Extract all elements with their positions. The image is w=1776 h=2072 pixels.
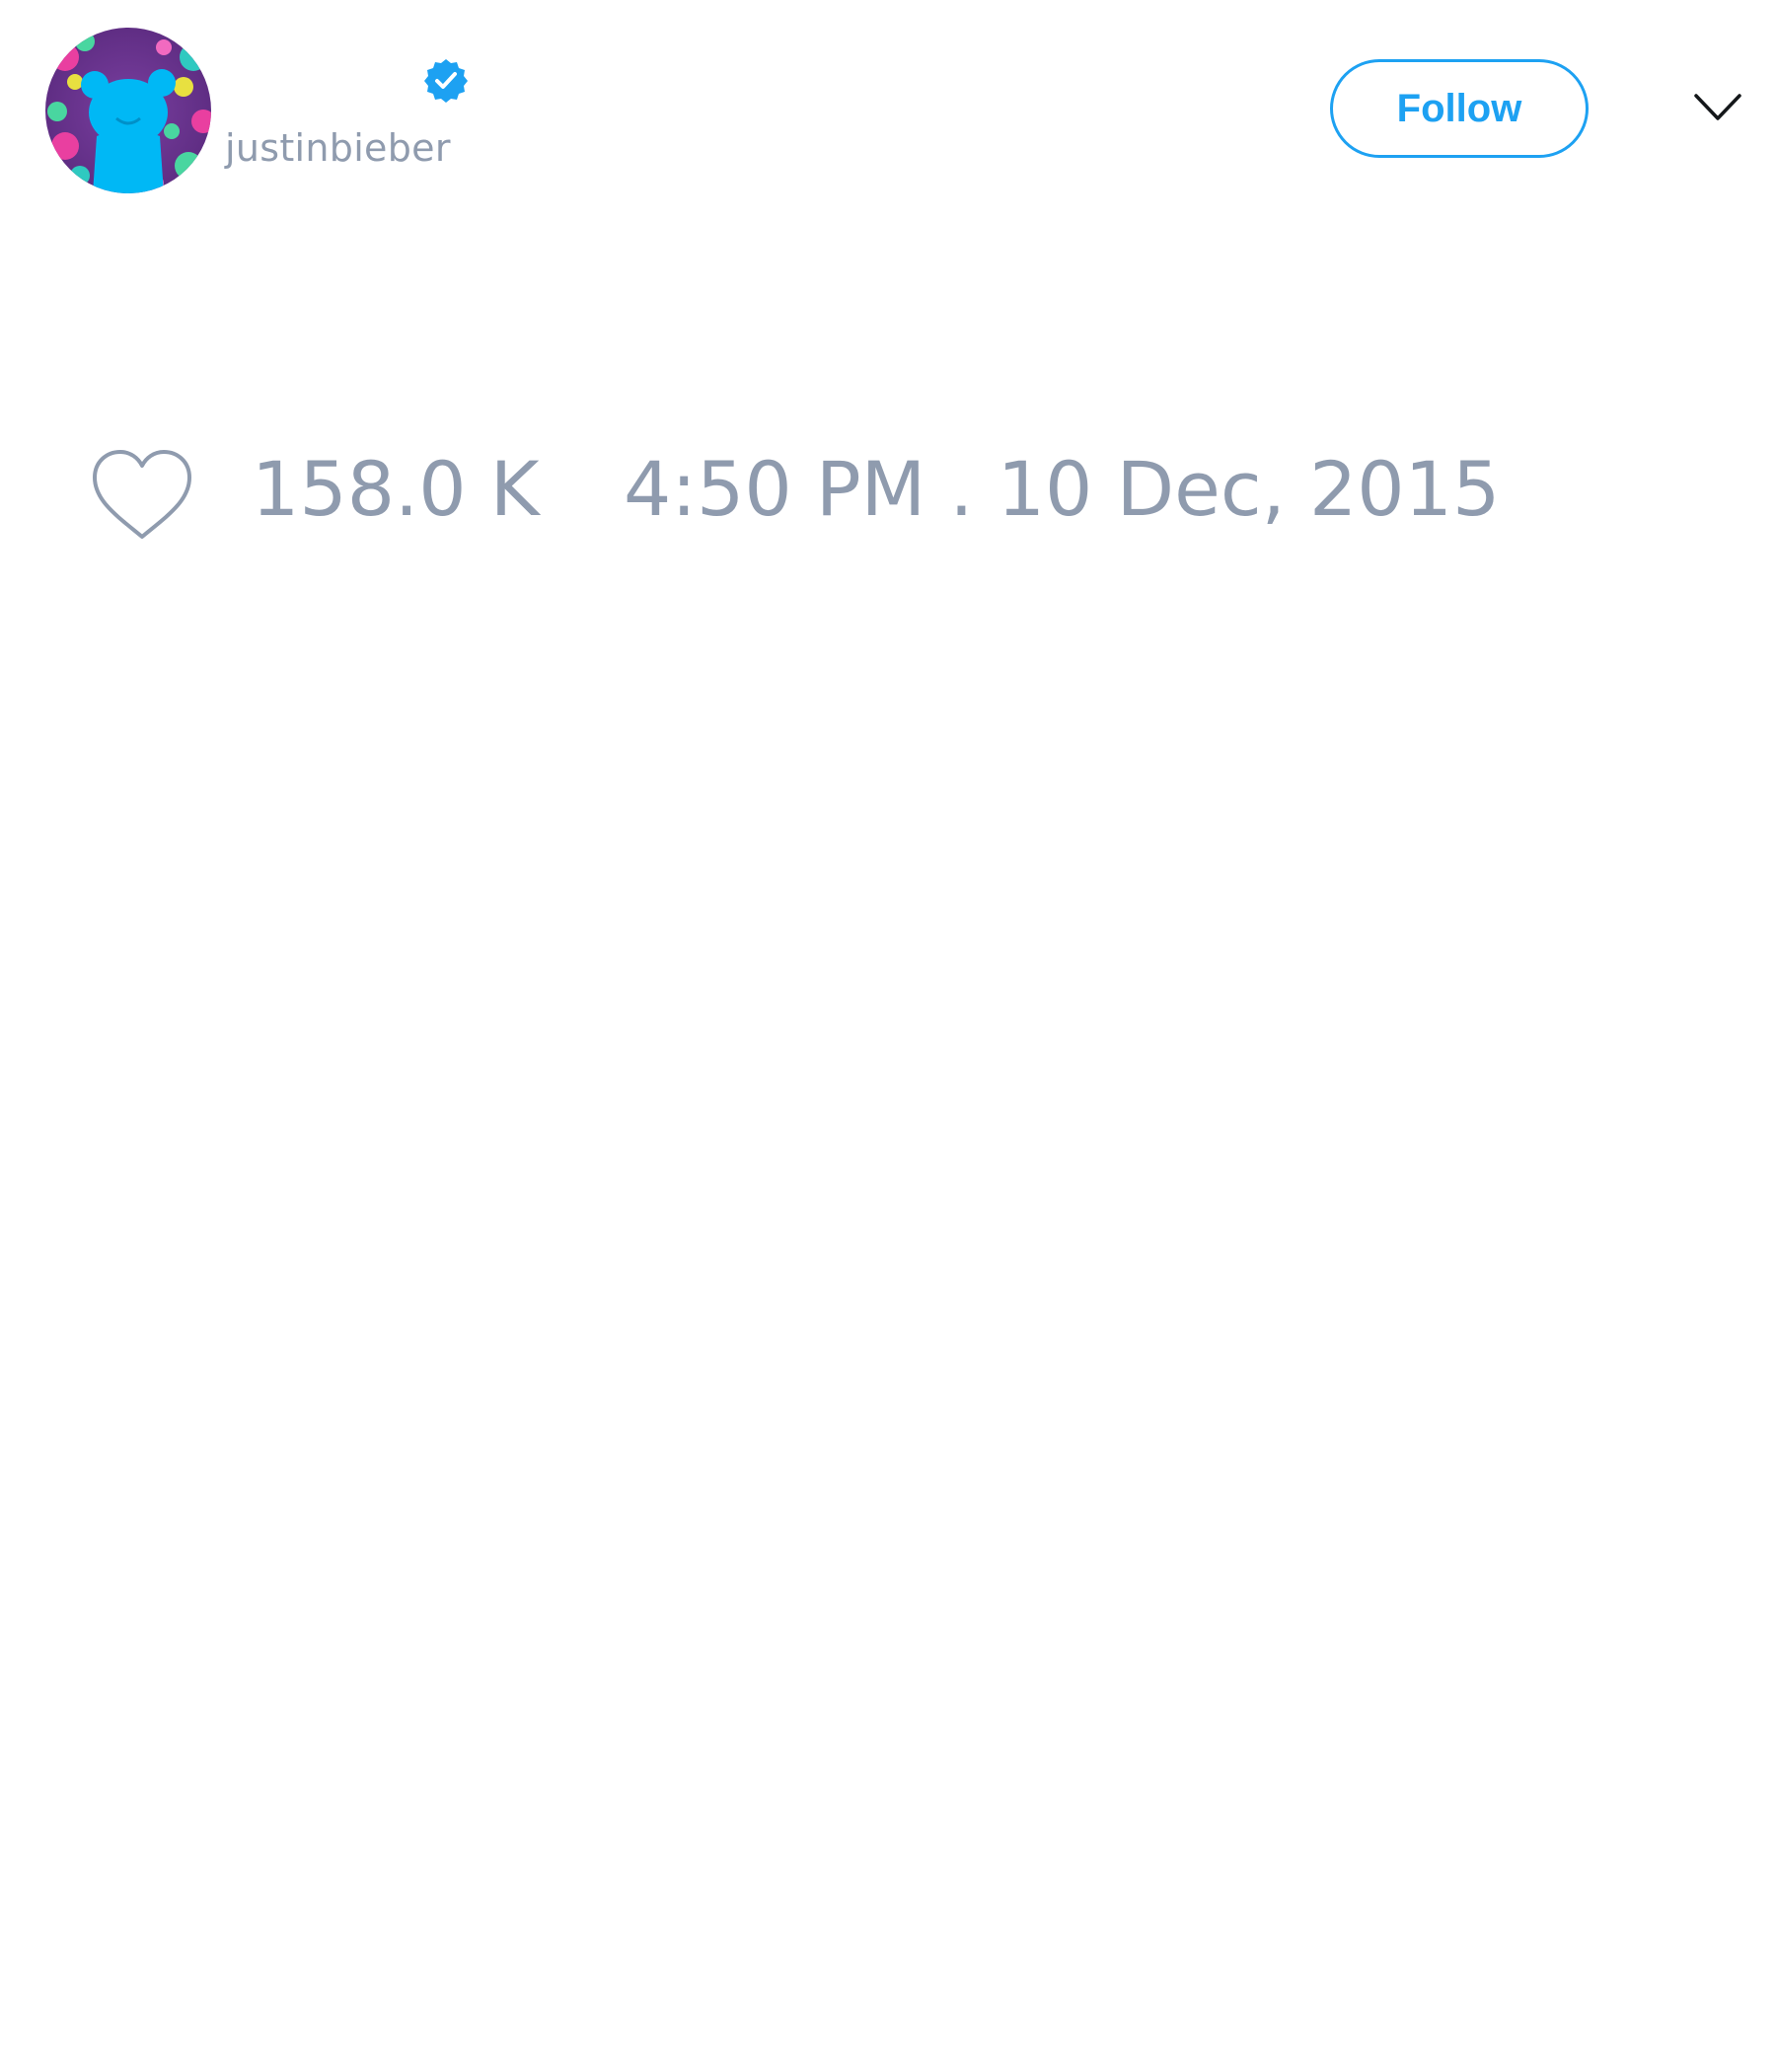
chevron-down-icon[interactable] — [1693, 91, 1742, 124]
tweet-card: justinbieber Follow 158.0 K 4:50 PM . 10… — [0, 0, 1776, 2072]
like-count: 158.0 K — [252, 445, 540, 533]
user-handle[interactable]: justinbieber — [225, 126, 451, 170]
verified-badge-icon — [422, 57, 470, 105]
avatar[interactable] — [45, 28, 211, 193]
tweet-timestamp[interactable]: 4:50 PM . 10 Dec, 2015 — [624, 452, 1500, 527]
avatar-image — [45, 28, 211, 193]
heart-icon[interactable] — [89, 446, 195, 545]
user-name-area[interactable] — [225, 51, 481, 111]
follow-button[interactable]: Follow — [1330, 59, 1589, 158]
